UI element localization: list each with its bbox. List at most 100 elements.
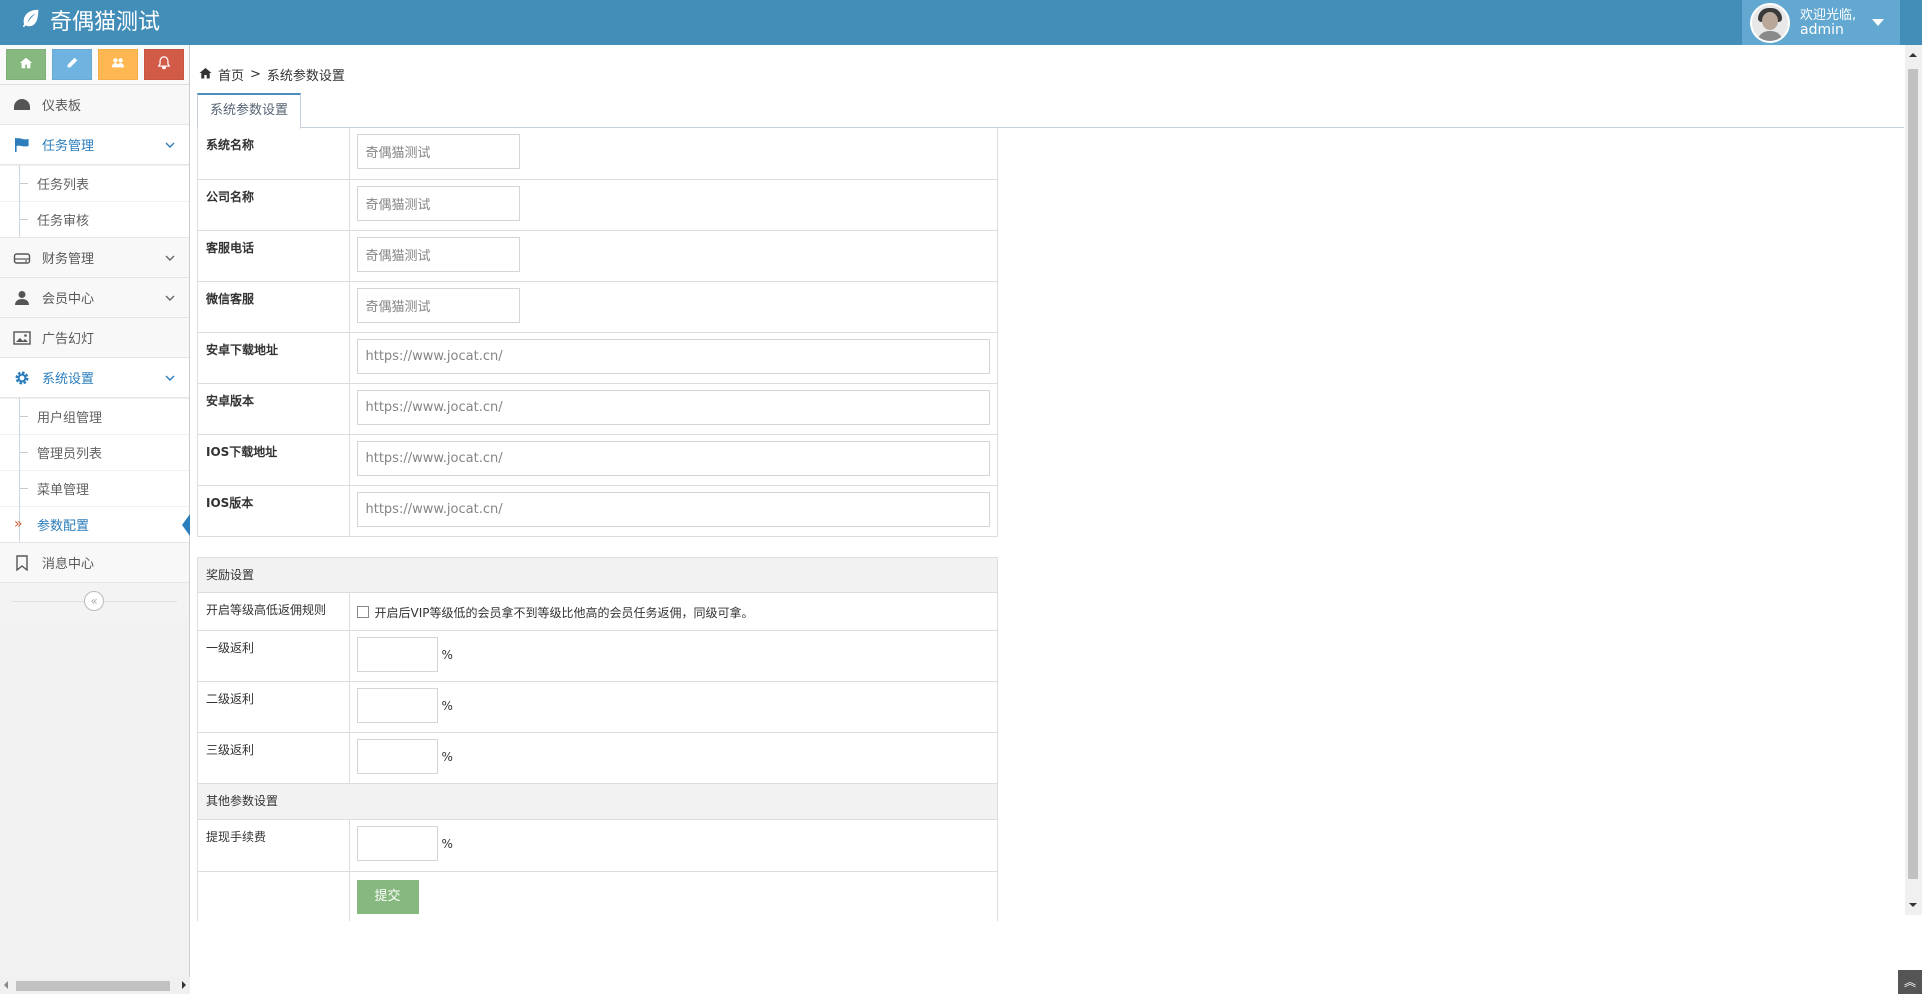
field-label: 开启等级高低返佣规则: [198, 592, 350, 631]
sidebar-item-label: 消息中心: [42, 557, 95, 572]
ios-version-input[interactable]: [356, 491, 990, 527]
ios-download-url-input[interactable]: [356, 440, 990, 476]
sidebar-item-label: 菜单管理: [37, 483, 90, 498]
form-row: 客服电话: [198, 230, 997, 282]
sidebar-item-task-list[interactable]: 任务列表: [0, 165, 189, 201]
rebate-rule-description: 开启后VIP等级低的会员拿不到等级比他高的会员任务返佣，同级可拿。: [374, 605, 754, 620]
sidebar: 仪表板 任务管理 任务列表 任务审核 财务管理 会员中心 广告幻灯 系统设置 用…: [0, 45, 190, 994]
users-icon: [111, 56, 125, 74]
sidebar-item-user-groups[interactable]: 用户组管理: [0, 398, 189, 434]
double-angle-up-icon: ︽: [1903, 975, 1916, 989]
main-content: 首页 > 系统参数设置 系统参数设置 系统名称 公司名称 客服电话 微信客服: [191, 45, 1904, 994]
form-row: 开启等级高低返佣规则 开启后VIP等级低的会员拿不到等级比他高的会员任务返佣，同…: [198, 592, 997, 631]
android-download-url-input[interactable]: [356, 338, 990, 374]
sidebar-item-dashboard[interactable]: 仪表板: [0, 85, 189, 125]
field-label: IOS下载地址: [198, 434, 350, 486]
rebate-rule-checkbox[interactable]: [356, 606, 369, 618]
home-icon: [19, 56, 33, 74]
sidebar-item-label: 参数配置: [37, 519, 90, 534]
edit-shortcut-button[interactable]: [51, 49, 92, 80]
sidebar-item-label: 任务审核: [37, 214, 90, 229]
form-row: 三级返利 %: [198, 732, 997, 784]
sidebar-item-member-center[interactable]: 会员中心: [0, 278, 189, 318]
tab-system-parameters[interactable]: 系统参数设置: [197, 93, 302, 129]
form-row: 安卓下载地址: [198, 332, 997, 384]
users-shortcut-button[interactable]: [97, 49, 138, 80]
sidebar-item-system-settings[interactable]: 系统设置: [0, 358, 189, 398]
welcome-text: 欢迎光临,: [1800, 7, 1857, 23]
withdraw-fee-input[interactable]: [356, 826, 438, 861]
wechat-service-input[interactable]: [356, 287, 520, 323]
sidebar-item-parameter-config[interactable]: » 参数配置: [0, 506, 190, 542]
brand[interactable]: 奇偶猫测试: [20, 0, 160, 45]
sidebar-item-finance[interactable]: 财务管理: [0, 238, 189, 278]
form-row: 微信客服: [198, 281, 997, 333]
service-phone-input[interactable]: [356, 236, 520, 272]
sidebar-item-label: 任务管理: [42, 139, 95, 154]
pencil-icon: [65, 56, 79, 74]
tab-bar: 系统参数设置: [197, 93, 1904, 129]
collapse-sidebar-button[interactable]: «: [84, 591, 104, 611]
percent-unit: %: [441, 647, 453, 662]
sidebar-horizontal-scrollbar[interactable]: [0, 977, 190, 994]
sidebar-item-task-management[interactable]: 任务管理: [0, 125, 189, 165]
dashboard-icon: [12, 96, 32, 114]
chevron-down-icon: [165, 255, 175, 261]
reward-settings-table: 开启等级高低返佣规则 开启后VIP等级低的会员拿不到等级比他高的会员任务返佣，同…: [198, 592, 997, 784]
other-section-header: 其他参数设置: [197, 784, 998, 820]
leaf-icon: [20, 0, 42, 45]
breadcrumb-home-link[interactable]: 首页: [218, 65, 244, 84]
percent-unit: %: [441, 698, 453, 713]
company-name-input[interactable]: [356, 185, 520, 221]
percent-unit: %: [441, 836, 453, 851]
form-row: IOS版本: [198, 485, 997, 537]
page-vertical-scrollbar[interactable]: [1905, 45, 1922, 915]
sidebar-item-label: 任务列表: [37, 178, 90, 193]
sidebar-item-label: 仪表板: [42, 99, 82, 114]
field-label: 微信客服: [198, 281, 350, 333]
sidebar-item-ad-slides[interactable]: 广告幻灯: [0, 318, 189, 358]
sidebar-item-admin-list[interactable]: 管理员列表: [0, 434, 189, 470]
percent-unit: %: [441, 749, 453, 764]
shortcut-bar: [0, 45, 189, 85]
level1-rebate-input[interactable]: [356, 637, 438, 672]
form-row: 提现手续费 %: [198, 820, 997, 872]
form-row: 系统名称: [198, 128, 997, 180]
sidebar-item-menu-management[interactable]: 菜单管理: [0, 470, 189, 506]
home-shortcut-button[interactable]: [5, 49, 46, 80]
sidebar-item-label: 系统设置: [42, 372, 95, 387]
basic-settings-table: 系统名称 公司名称 客服电话 微信客服 安卓下载地址 安卓版本: [198, 128, 997, 537]
double-angle-right-icon: »: [14, 516, 23, 532]
sidebar-item-task-review[interactable]: 任务审核: [0, 201, 189, 237]
sidebar-item-label: 会员中心: [42, 292, 95, 307]
chevron-down-icon: [165, 295, 175, 301]
breadcrumb-separator: >: [250, 67, 261, 82]
field-label: 公司名称: [198, 179, 350, 231]
caret-down-icon: [1872, 19, 1885, 26]
form-row: 一级返利 %: [198, 630, 997, 682]
field-label: 安卓下载地址: [198, 332, 350, 384]
sidebar-item-label: 广告幻灯: [42, 332, 95, 347]
field-label: 安卓版本: [198, 383, 350, 435]
gear-icon: [12, 369, 32, 387]
system-name-input[interactable]: [356, 134, 520, 169]
hdd-icon: [12, 249, 32, 267]
sidebar-item-message-center[interactable]: 消息中心: [0, 543, 189, 583]
user-menu[interactable]: 欢迎光临, admin: [1742, 0, 1900, 45]
sidebar-item-label: 用户组管理: [37, 411, 103, 426]
field-label: 提现手续费: [198, 820, 350, 872]
back-to-top-button[interactable]: ︽: [1898, 970, 1922, 994]
notification-shortcut-button[interactable]: [143, 49, 184, 80]
breadcrumb-current: 系统参数设置: [266, 69, 345, 84]
app-title: 奇偶猫测试: [50, 10, 161, 35]
submit-button[interactable]: 提交: [356, 879, 419, 914]
submenu-system-settings: 用户组管理 管理员列表 菜单管理 » 参数配置: [0, 398, 190, 543]
other-settings-table: 提现手续费 % 提交: [198, 820, 997, 921]
level3-rebate-input[interactable]: [356, 739, 438, 774]
level2-rebate-input[interactable]: [356, 688, 438, 723]
top-navbar: 奇偶猫测试 欢迎光临, admin: [0, 0, 1922, 45]
breadcrumb: 首页 > 系统参数设置: [199, 65, 345, 84]
android-version-input[interactable]: [356, 389, 990, 425]
settings-form: 系统名称 公司名称 客服电话 微信客服 安卓下载地址 安卓版本: [197, 128, 998, 921]
field-label: 客服电话: [198, 230, 350, 282]
